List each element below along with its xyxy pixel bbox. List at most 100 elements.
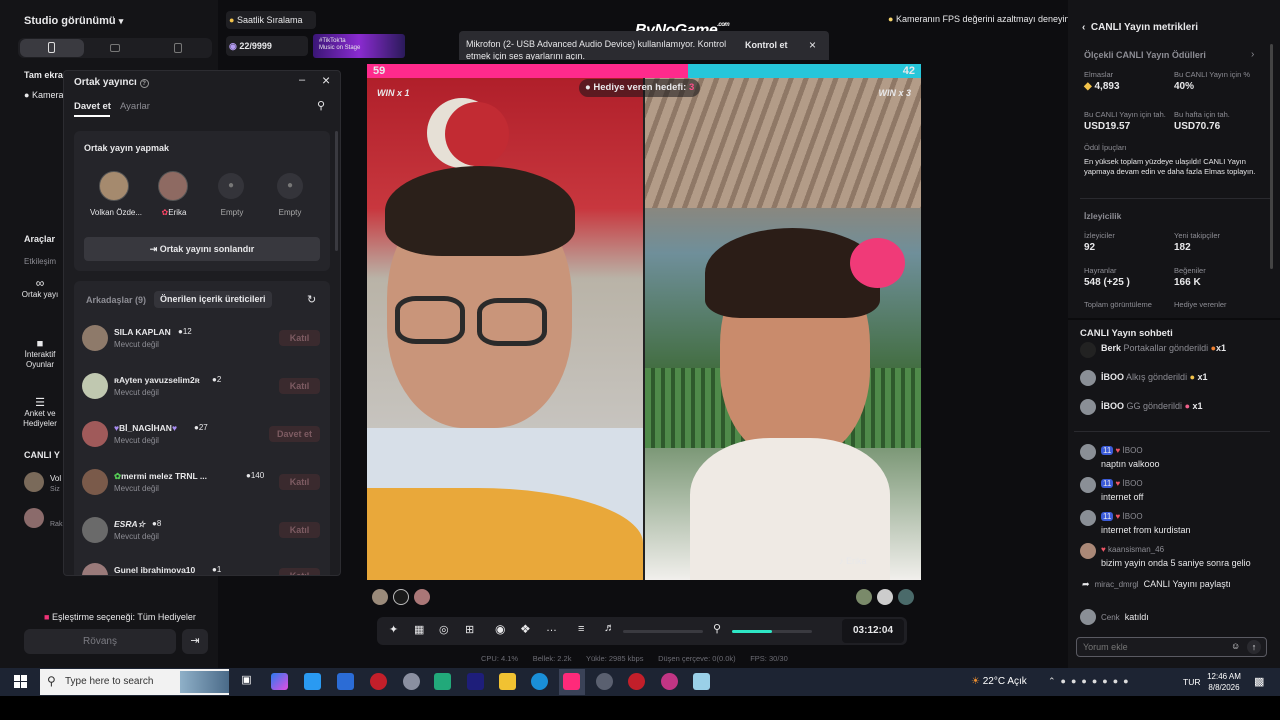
rewards-title[interactable]: Ölçekli CANLI Yayın Ödülleri bbox=[1084, 50, 1206, 60]
match-option[interactable]: ■ Eşleştirme seçeneği: Tüm Hediyeler bbox=[44, 612, 196, 622]
edge-icon[interactable] bbox=[531, 673, 548, 690]
instagram-icon[interactable] bbox=[661, 673, 678, 690]
app-icon[interactable] bbox=[403, 673, 420, 690]
clock[interactable]: 12:46 AM 8/8/2026 bbox=[1206, 671, 1242, 693]
cpu-stat: CPU: 4.1% bbox=[481, 654, 519, 663]
mic-slider[interactable] bbox=[732, 630, 812, 633]
rematch-button[interactable]: Rövanş bbox=[24, 629, 176, 654]
comment-field[interactable]: ☺ ↑ bbox=[1076, 637, 1267, 657]
friend-name: SILA KAPLAN bbox=[114, 327, 171, 337]
settings-sliders-icon[interactable]: ≡ bbox=[578, 623, 584, 635]
close-icon[interactable]: × bbox=[322, 72, 330, 88]
capture-icon[interactable]: ❖ bbox=[520, 622, 531, 636]
avatar[interactable] bbox=[877, 589, 893, 605]
join-button[interactable]: Katıl bbox=[279, 378, 320, 394]
add-icon[interactable]: ⊞ bbox=[465, 623, 474, 636]
avatar[interactable] bbox=[898, 589, 914, 605]
games-tool-button[interactable]: ■ İnteraktif Oyunlar bbox=[16, 338, 64, 384]
language-indicator[interactable]: TUR bbox=[1183, 677, 1200, 687]
landscape-button[interactable] bbox=[110, 44, 120, 52]
join-button[interactable]: Katıl bbox=[279, 522, 320, 538]
effects-icon[interactable]: ◎ bbox=[439, 623, 449, 636]
tab-settings[interactable]: Ayarlar bbox=[120, 101, 150, 112]
toast-action-button[interactable]: Kontrol et bbox=[745, 40, 788, 50]
banner-line: #TikTok'ta bbox=[319, 38, 346, 44]
close-icon[interactable]: × bbox=[809, 38, 816, 52]
rotate-button[interactable] bbox=[174, 43, 182, 53]
empty-slot-icon[interactable]: ● bbox=[218, 173, 244, 199]
gift-message: İBOO Alkış gönderildi ● x1 bbox=[1101, 372, 1208, 382]
cohost-tool-button[interactable]: ∞ Ortak yayı bbox=[16, 276, 64, 324]
tiktok-icon bbox=[563, 673, 580, 690]
hourly-ranking[interactable]: ● Saatlik Sıralama bbox=[226, 11, 316, 29]
task-view-icon[interactable]: ▣ bbox=[238, 673, 255, 690]
avatar[interactable] bbox=[393, 589, 409, 605]
tray-icons[interactable]: ⌃●●●●●●● bbox=[1048, 676, 1134, 687]
empty-slot-icon[interactable]: ● bbox=[277, 173, 303, 199]
record-icon[interactable]: ◉ bbox=[495, 622, 505, 636]
mic-icon[interactable]: ⚲ bbox=[713, 622, 721, 635]
taskbar-search[interactable]: ⚲ Type here to search bbox=[40, 669, 229, 695]
join-button[interactable]: Katıl bbox=[279, 330, 320, 346]
slot-label: Empty bbox=[220, 208, 244, 217]
avatar bbox=[1080, 399, 1096, 415]
weather[interactable]: ☀ 22°C Açık bbox=[971, 676, 1027, 687]
opera-icon[interactable] bbox=[370, 673, 387, 690]
comment-input[interactable] bbox=[1083, 641, 1223, 653]
avatar bbox=[82, 373, 108, 399]
friend-status: Mevcut değil bbox=[114, 532, 159, 541]
join-button[interactable]: Katıl bbox=[279, 568, 320, 575]
windows-start-icon[interactable] bbox=[14, 675, 28, 689]
metrics-scrollbar[interactable] bbox=[1270, 44, 1273, 269]
app-icon[interactable] bbox=[467, 673, 484, 690]
gift-counter[interactable]: ◉ 22/9999 bbox=[226, 36, 308, 56]
fps-tip: ● Kameranın FPS değerini azaltmayı deney… bbox=[888, 14, 1070, 24]
guest-video: WIN x 3 ♪ Erika bbox=[645, 78, 921, 580]
back-arrow-icon[interactable]: ‹ bbox=[1082, 22, 1085, 33]
mail-icon[interactable] bbox=[337, 673, 354, 690]
layout-icon[interactable]: ▦ bbox=[414, 623, 424, 636]
volume-icon[interactable]: ♬ bbox=[604, 622, 615, 634]
app-icon[interactable] bbox=[693, 673, 710, 690]
portrait-button[interactable] bbox=[20, 39, 84, 57]
refresh-icon[interactable]: ↻ bbox=[307, 293, 316, 306]
folder-icon[interactable] bbox=[499, 673, 516, 690]
invite-button[interactable]: Davet et bbox=[269, 426, 320, 442]
join-button[interactable]: Katıl bbox=[279, 474, 320, 490]
studio-view-dropdown[interactable]: Studio görünümü ▾ bbox=[24, 15, 123, 27]
end-cohost-button[interactable]: ⇥ Ortak yayını sonlandır bbox=[84, 237, 320, 261]
help-icon[interactable]: ? bbox=[139, 79, 149, 88]
app-icon[interactable] bbox=[628, 673, 645, 690]
store-icon[interactable] bbox=[304, 673, 321, 690]
emoji-icon[interactable]: ☺ bbox=[1231, 641, 1240, 651]
chevron-right-icon[interactable]: › bbox=[1251, 49, 1254, 60]
avatar[interactable] bbox=[856, 589, 872, 605]
polls-tool-button[interactable]: ☰ Anket ve Hediyeler bbox=[16, 396, 64, 438]
avatar[interactable] bbox=[372, 589, 388, 605]
app-icon[interactable] bbox=[434, 673, 451, 690]
tiktok-live-task[interactable] bbox=[559, 669, 585, 695]
tab-friends[interactable]: Arkadaşlar (9) bbox=[86, 295, 146, 305]
avatar bbox=[1080, 510, 1096, 526]
more-icon[interactable]: … bbox=[546, 622, 557, 634]
app-icon[interactable] bbox=[596, 673, 613, 690]
tab-suggested[interactable]: Önerilen içerik üreticileri bbox=[154, 291, 272, 308]
heart-icon: ♥ bbox=[171, 423, 177, 433]
minimize-icon[interactable]: – bbox=[299, 74, 305, 86]
avatar[interactable] bbox=[414, 589, 430, 605]
search-icon[interactable]: ⚲ bbox=[317, 99, 325, 112]
chat-message: internet from kurdistan bbox=[1101, 525, 1191, 535]
stream-stats: CPU: 4.1% Bellek: 2.2k Yükle: 2985 kbps … bbox=[481, 654, 788, 663]
magic-icon[interactable]: ✦ bbox=[389, 623, 398, 636]
tab-invite[interactable]: Davet et bbox=[74, 101, 111, 112]
popup-scrollbar[interactable] bbox=[335, 131, 338, 251]
send-icon[interactable]: ↑ bbox=[1247, 640, 1261, 654]
camera-source[interactable]: ● Kamera bbox=[24, 90, 63, 100]
exit-icon[interactable]: ⇥ bbox=[182, 629, 208, 654]
notification-icon[interactable]: ▩ bbox=[1254, 675, 1264, 688]
copilot-icon[interactable] bbox=[271, 673, 288, 690]
section-title: Ortak yayın yapmak bbox=[84, 143, 170, 153]
music-on-stage-banner[interactable]: #TikTok'ta Music on Stage bbox=[313, 34, 405, 58]
metric-label: Hediye verenler bbox=[1174, 300, 1227, 309]
volume-slider[interactable] bbox=[623, 630, 703, 633]
